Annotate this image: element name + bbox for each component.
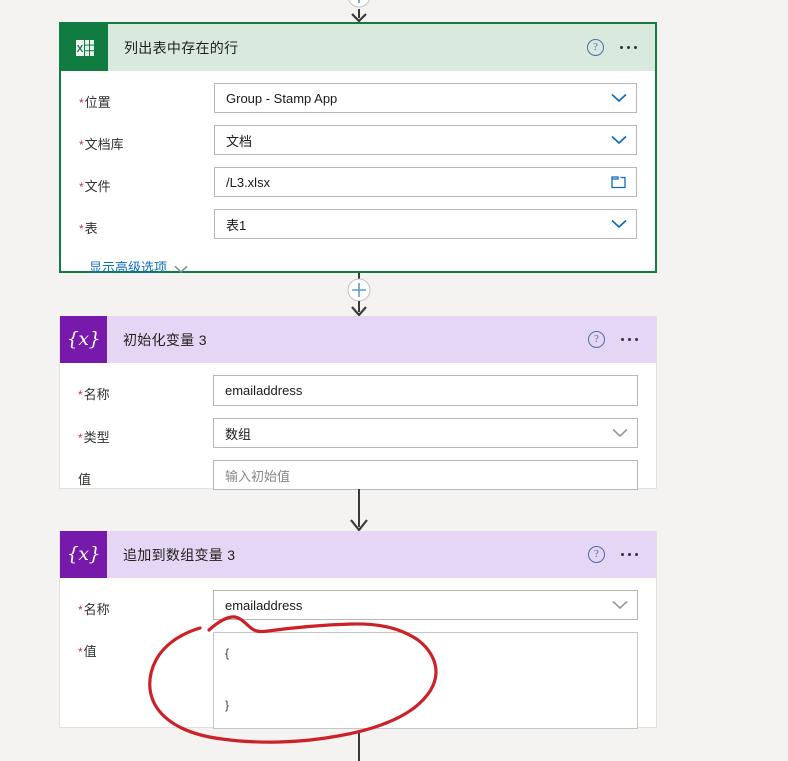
field-control[interactable]: 文档: [214, 125, 637, 155]
card-title: 追加到数组变量 3: [123, 546, 236, 563]
show-advanced-options-link[interactable]: 显示高级选项: [89, 257, 188, 276]
variable-icon: {x}: [60, 531, 107, 578]
field-control[interactable]: 输入初始值: [213, 460, 638, 490]
connector-insert-step-1[interactable]: [0, 273, 788, 316]
svg-text:X: X: [76, 44, 83, 55]
required-star: *: [79, 222, 84, 236]
field-row-value: 值 输入初始值: [78, 460, 638, 490]
field-label: *文档库: [79, 137, 124, 152]
field-row-name: *名称 emailaddress: [78, 375, 638, 406]
table-dropdown[interactable]: 表1: [214, 209, 637, 239]
card-header: X 列出表中存在的行 ?: [61, 24, 655, 71]
field-row-library: *文档库 文档: [79, 125, 637, 155]
connector-bottom: [0, 728, 788, 761]
connector-arrow-2: [0, 489, 788, 531]
ellipsis-icon[interactable]: [621, 338, 638, 341]
folder-icon[interactable]: [611, 175, 627, 189]
flow-designer-canvas: X 列出表中存在的行 ? *位置 Group - Stamp App *文档库 …: [0, 0, 788, 761]
card-body: *位置 Group - Stamp App *文档库 文档 *文件 /L3.xl…: [61, 83, 655, 276]
action-card-list-rows[interactable]: X 列出表中存在的行 ? *位置 Group - Stamp App *文档库 …: [59, 22, 657, 276]
help-icon[interactable]: ?: [588, 546, 605, 563]
required-star: *: [78, 431, 83, 445]
card-header-actions: ?: [588, 331, 656, 348]
required-star: *: [78, 603, 83, 617]
card-header-actions: ?: [588, 546, 656, 563]
chevron-down-icon: [612, 600, 628, 610]
append-variable-name-dropdown[interactable]: emailaddress: [213, 590, 638, 620]
field-control[interactable]: emailaddress: [213, 590, 638, 620]
chevron-down-icon: [611, 219, 627, 229]
field-row-value: *值 { }: [78, 632, 638, 729]
connector-top[interactable]: [0, 0, 788, 22]
card-header: {x} 初始化变量 3 ?: [60, 316, 656, 363]
help-icon[interactable]: ?: [587, 39, 604, 56]
field-label: *表: [79, 221, 98, 236]
field-label: *名称: [78, 602, 110, 617]
required-star: *: [79, 96, 84, 110]
card-header-actions: ?: [587, 39, 655, 56]
variable-value-input[interactable]: 输入初始值: [213, 460, 638, 490]
variable-name-input[interactable]: emailaddress: [213, 375, 638, 406]
field-control[interactable]: /L3.xlsx: [214, 167, 637, 197]
show-advanced-options-label: 显示高级选项: [89, 260, 168, 275]
variable-icon: {x}: [60, 316, 107, 363]
field-control[interactable]: 数组: [213, 418, 638, 448]
field-control[interactable]: 表1: [214, 209, 637, 239]
ellipsis-icon[interactable]: [620, 46, 637, 49]
field-row-file: *文件 /L3.xlsx: [79, 167, 637, 197]
location-dropdown[interactable]: Group - Stamp App: [214, 83, 637, 113]
field-label: *文件: [79, 179, 111, 194]
field-row-type: *类型 数组: [78, 418, 638, 448]
action-card-initialize-variable[interactable]: {x} 初始化变量 3 ? *名称 emailaddress *类型 数组 值 …: [59, 316, 657, 490]
card-title: 列出表中存在的行: [124, 39, 239, 56]
chevron-down-icon: [612, 428, 628, 438]
chevron-down-icon: [174, 262, 188, 274]
field-row-name: *名称 emailaddress: [78, 590, 638, 620]
variable-type-dropdown[interactable]: 数组: [213, 418, 638, 448]
chevron-down-icon: [611, 135, 627, 145]
field-row-location: *位置 Group - Stamp App: [79, 83, 637, 113]
required-star: *: [78, 388, 83, 402]
field-label: *位置: [79, 95, 111, 110]
document-library-dropdown[interactable]: 文档: [214, 125, 637, 155]
field-label: *名称: [78, 387, 110, 402]
field-label: *类型: [78, 430, 110, 445]
card-title: 初始化变量 3: [123, 331, 207, 348]
append-value-textarea[interactable]: { }: [213, 632, 638, 729]
field-control[interactable]: Group - Stamp App: [214, 83, 637, 113]
field-row-table: *表 表1: [79, 209, 637, 239]
field-control[interactable]: emailaddress: [213, 375, 638, 406]
chevron-down-icon: [611, 93, 627, 103]
card-body: *名称 emailaddress *类型 数组 值 输入初始值: [60, 375, 656, 490]
card-header: {x} 追加到数组变量 3 ?: [60, 531, 656, 578]
required-star: *: [79, 138, 84, 152]
required-star: *: [79, 180, 84, 194]
field-label: *值: [78, 644, 97, 659]
field-label: 值: [78, 472, 92, 487]
ellipsis-icon[interactable]: [621, 553, 638, 556]
help-icon[interactable]: ?: [588, 331, 605, 348]
file-input[interactable]: /L3.xlsx: [214, 167, 637, 197]
field-control[interactable]: { }: [213, 632, 638, 729]
action-card-append-to-array-variable[interactable]: {x} 追加到数组变量 3 ? *名称 emailaddress *值 {}: [59, 531, 657, 729]
card-body: *名称 emailaddress *值 { }: [60, 590, 656, 729]
excel-icon: X: [61, 24, 108, 71]
required-star: *: [78, 645, 83, 659]
